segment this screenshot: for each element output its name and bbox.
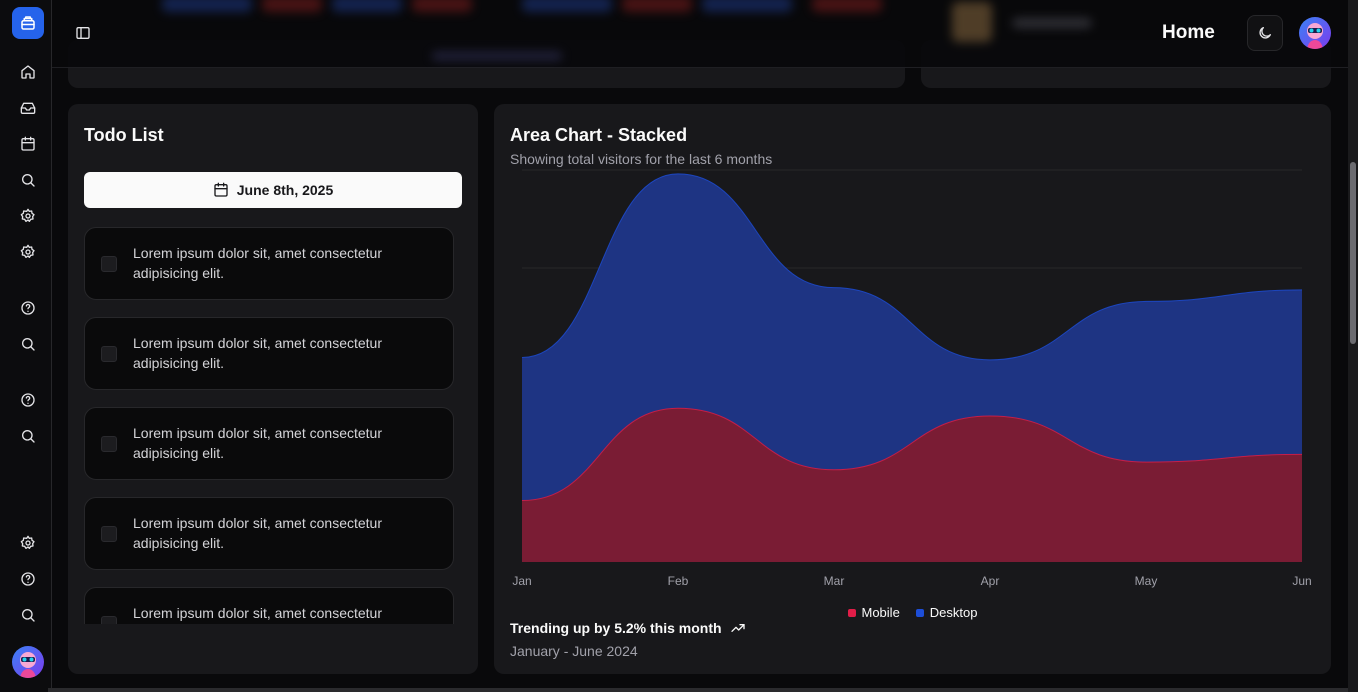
sidebar-toggle-button[interactable] xyxy=(72,22,94,44)
todo-checkbox[interactable] xyxy=(101,436,117,452)
avatar[interactable] xyxy=(12,646,44,678)
help-icon[interactable] xyxy=(17,297,39,319)
x-tick-label: Feb xyxy=(668,574,689,588)
theme-toggle-button[interactable] xyxy=(1247,15,1283,51)
todo-text: Lorem ipsum dolor sit, amet consectetur … xyxy=(133,515,382,551)
settings-icon[interactable] xyxy=(17,532,39,554)
legend-item: Desktop xyxy=(915,605,978,620)
todo-text: Lorem ipsum dolor sit, amet consectetur … xyxy=(133,605,382,621)
scrollbar[interactable] xyxy=(1348,0,1358,692)
todo-item: Lorem ipsum dolor sit, amet consectetur … xyxy=(84,227,454,300)
x-tick-label: Mar xyxy=(824,574,845,588)
legend-swatch xyxy=(915,608,924,617)
calendar-icon[interactable] xyxy=(17,133,39,155)
x-tick-label: Jun xyxy=(1292,574,1311,588)
app-logo[interactable] xyxy=(12,7,44,39)
todo-title: Todo List xyxy=(84,125,164,145)
trending-up-icon xyxy=(730,624,745,632)
todo-list[interactable]: Lorem ipsum dolor sit, amet consectetur … xyxy=(84,227,456,624)
app-root: Home Todo List June 8th, 2025 Lorem ipsu… xyxy=(0,0,1358,692)
x-tick-label: Jan xyxy=(512,574,531,588)
page-title: Home xyxy=(1162,22,1215,43)
moon-icon xyxy=(1259,27,1271,39)
sidebar xyxy=(0,0,52,692)
legend-swatch xyxy=(847,608,856,617)
calendar-icon xyxy=(214,182,228,197)
todo-checkbox[interactable] xyxy=(101,346,117,362)
home-icon[interactable] xyxy=(17,61,39,83)
search-icon[interactable] xyxy=(17,333,39,355)
todo-item: Lorem ipsum dolor sit, amet consectetur … xyxy=(84,587,454,624)
help-icon[interactable] xyxy=(17,389,39,411)
search-icon[interactable] xyxy=(17,169,39,191)
todo-text: Lorem ipsum dolor sit, amet consectetur … xyxy=(133,245,382,281)
area-chart: Jan Feb Mar Apr May Jun xyxy=(512,169,1312,588)
header-backdrop xyxy=(52,0,1348,68)
x-tick-label: Apr xyxy=(981,574,1000,588)
date-range: January - June 2024 xyxy=(510,643,638,659)
scrollbar-thumb[interactable] xyxy=(1350,162,1356,344)
x-tick-label: May xyxy=(1135,574,1158,588)
todo-checkbox[interactable] xyxy=(101,256,117,272)
search-icon[interactable] xyxy=(17,425,39,447)
legend-item: Mobile xyxy=(847,605,900,620)
settings-icon[interactable] xyxy=(17,205,39,227)
search-icon[interactable] xyxy=(17,604,39,626)
trend-line: Trending up by 5.2% this month xyxy=(510,620,746,636)
todo-item: Lorem ipsum dolor sit, amet consectetur … xyxy=(84,497,454,570)
legend-label: Desktop xyxy=(929,605,978,620)
help-icon[interactable] xyxy=(17,568,39,590)
chart-legend: Mobile Desktop xyxy=(494,605,1331,620)
date-label: June 8th, 2025 xyxy=(236,182,334,198)
todo-text: Lorem ipsum dolor sit, amet consectetur … xyxy=(133,335,382,371)
avatar[interactable] xyxy=(1299,17,1331,49)
legend-label: Mobile xyxy=(861,605,900,620)
inbox-icon[interactable] xyxy=(17,97,39,119)
trend-text: Trending up by 5.2% this month xyxy=(510,620,722,636)
todo-text: Lorem ipsum dolor sit, amet consectetur … xyxy=(133,425,382,461)
todo-checkbox[interactable] xyxy=(101,616,117,624)
todo-item: Lorem ipsum dolor sit, amet consectetur … xyxy=(84,407,454,480)
date-picker-button[interactable]: June 8th, 2025 xyxy=(84,172,462,208)
top-header: Home xyxy=(52,0,1348,68)
chart-card: Area Chart - Stacked Showing total visit… xyxy=(494,104,1331,674)
todo-checkbox[interactable] xyxy=(101,526,117,542)
horizontal-scrollbar[interactable] xyxy=(48,688,1348,692)
todo-item: Lorem ipsum dolor sit, amet consectetur … xyxy=(84,317,454,390)
settings-icon[interactable] xyxy=(17,241,39,263)
main-content: Home Todo List June 8th, 2025 Lorem ipsu… xyxy=(52,0,1348,692)
todo-card: Todo List June 8th, 2025 Lorem ipsum dol… xyxy=(68,104,478,674)
